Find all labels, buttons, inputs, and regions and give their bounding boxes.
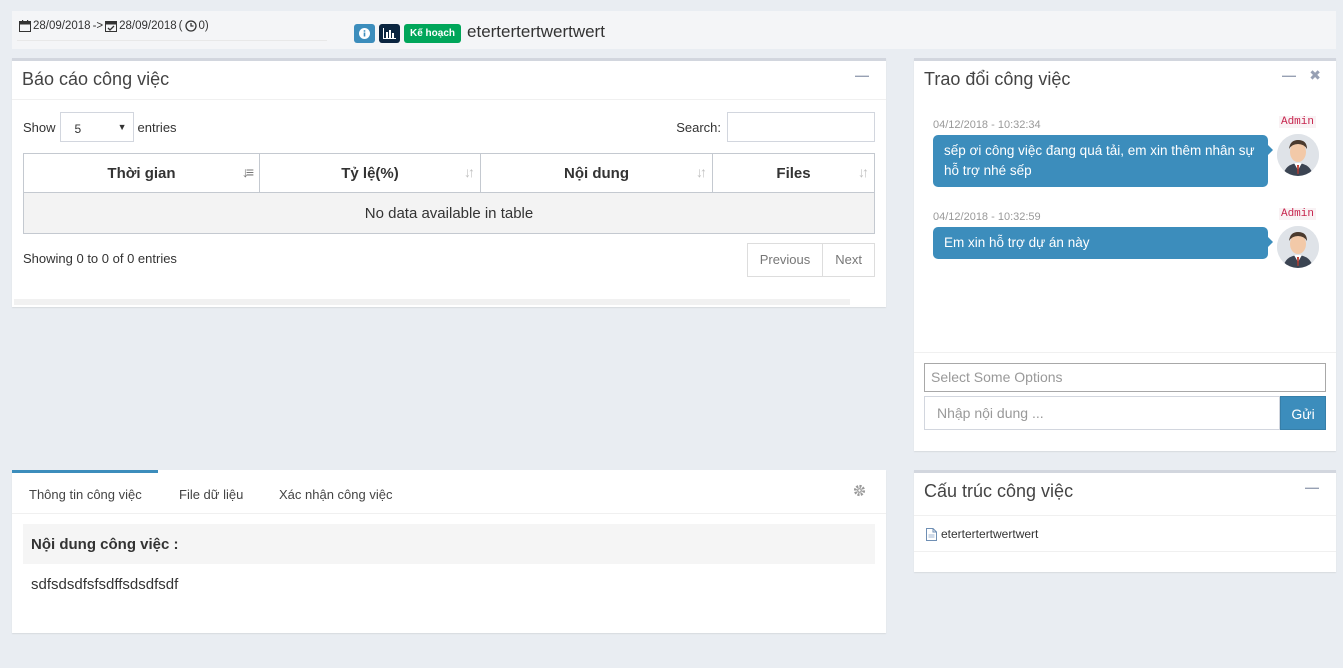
horizontal-scrollbar[interactable] (14, 299, 850, 305)
column-header-rate[interactable]: Tỷ lệ(%) ↓↑ (259, 153, 481, 193)
bar-chart-icon (383, 27, 396, 39)
sort-asc-icon: ↓≡ (241, 164, 254, 180)
column-header-content[interactable]: Nội dung ↓↑ (480, 153, 713, 193)
date-range: 28/09/2018 -> 28/09/2018( 0) (19, 20, 209, 32)
collapse-icon[interactable]: — (1282, 67, 1296, 83)
caret-down-icon: ▼ (117, 122, 127, 132)
sort-icon: ↓↑ (858, 164, 869, 180)
info-button[interactable] (354, 23, 375, 43)
show-label: Show (23, 119, 56, 135)
structure-title: Cấu trúc công việc (924, 481, 1074, 501)
structure-box: Cấu trúc công việc — etertertertwertwert (914, 470, 1336, 572)
task-badges: Kế hoạch etertertertwertwert (354, 22, 605, 43)
message-time: 04/12/2018 - 10:32:59 (933, 211, 1041, 223)
message-author: Admin (1278, 116, 1316, 128)
content-text: sdfsdsdfsfsdffsdsdfsdf (31, 576, 179, 593)
tree-item[interactable]: etertertertwertwert (926, 527, 1038, 541)
previous-button[interactable]: Previous (746, 243, 824, 277)
tree-item-label: etertertertwertwert (941, 527, 1039, 541)
message-time: 04/12/2018 - 10:32:34 (933, 119, 1041, 131)
report-box: Báo cáo công việc — Show 5 ▼ entries Sea… (12, 58, 886, 307)
plan-badge[interactable]: Kế hoạch (404, 23, 462, 43)
divider (12, 99, 886, 100)
calendar-check-icon (105, 21, 118, 32)
tab-confirm-task[interactable]: Xác nhận công việc (279, 470, 392, 514)
recipient-select[interactable]: Select Some Options (924, 363, 1326, 392)
report-title: Báo cáo công việc (22, 69, 170, 89)
info-icon (359, 27, 370, 39)
chat-title: Trao đổi công việc (924, 69, 1071, 89)
tab-task-info[interactable]: Thông tin công việc (12, 470, 158, 514)
message-author: Admin (1278, 208, 1316, 220)
tab-data-files[interactable]: File dữ liệu (179, 470, 243, 514)
entries-label: entries (137, 119, 177, 135)
message-input[interactable]: Nhập nội dung ... (924, 396, 1280, 430)
divider (914, 515, 1336, 516)
divider (914, 352, 1336, 353)
entries-length: Show 5 ▼ entries (23, 112, 177, 142)
duration: 0) (198, 20, 209, 32)
empty-message: No data available in table (23, 192, 875, 234)
task-tabs-box: Thông tin công việc File dữ liệu Xác nhậ… (12, 470, 886, 633)
gear-icon[interactable] (853, 484, 866, 502)
calendar-icon (19, 20, 31, 32)
column-header-files[interactable]: Files ↓↑ (712, 153, 875, 193)
entries-value: 5 (74, 122, 82, 136)
clock-icon (184, 20, 197, 32)
message-bubble: sếp ơi công việc đang quá tải, em xin th… (933, 135, 1273, 187)
search-input[interactable] (727, 112, 875, 142)
table-info: Showing 0 to 0 of 0 entries (23, 251, 177, 266)
divider (914, 551, 1336, 552)
next-button[interactable]: Next (823, 243, 875, 277)
table-search: Search: (676, 112, 875, 142)
end-date: 28/09/2018 (119, 20, 177, 32)
file-icon (926, 527, 937, 541)
report-table: Thời gian ↓≡ Tỷ lệ(%) ↓↑ Nội dung ↓↑ Files ↓… (23, 153, 875, 234)
sort-icon: ↓↑ (696, 164, 707, 180)
search-label: Search: (676, 119, 721, 135)
chat-box: Trao đổi công việc — ✖ 04/12/2018 - 10:3… (914, 58, 1336, 451)
chart-button[interactable] (379, 23, 400, 43)
collapse-icon[interactable]: — (1305, 479, 1319, 495)
entries-select[interactable]: 5 ▼ (59, 112, 134, 142)
close-icon[interactable]: ✖ (1309, 67, 1321, 84)
pagination: Previous Next (746, 243, 875, 277)
task-title: etertertertwertwert (467, 22, 605, 41)
top-bar: 28/09/2018 -> 28/09/2018( 0) Kế hoạch et… (12, 11, 1336, 49)
date-arrow: -> (92, 20, 104, 32)
divider (17, 40, 327, 41)
tab-bar: Thông tin công việc File dữ liệu Xác nhậ… (12, 470, 886, 514)
message-bubble: Em xin hỗ trợ dự án này (933, 227, 1273, 259)
collapse-icon[interactable]: — (855, 67, 869, 83)
avatar (1277, 226, 1319, 268)
paren-open: ( (178, 20, 183, 32)
start-date: 28/09/2018 (33, 20, 91, 32)
avatar (1277, 134, 1319, 176)
content-heading: Nội dung công việc : (23, 524, 875, 564)
sort-icon: ↓↑ (464, 164, 475, 180)
column-header-time[interactable]: Thời gian ↓≡ (23, 153, 260, 193)
table-row: No data available in table (23, 192, 875, 234)
send-button[interactable]: Gửi (1280, 396, 1326, 430)
